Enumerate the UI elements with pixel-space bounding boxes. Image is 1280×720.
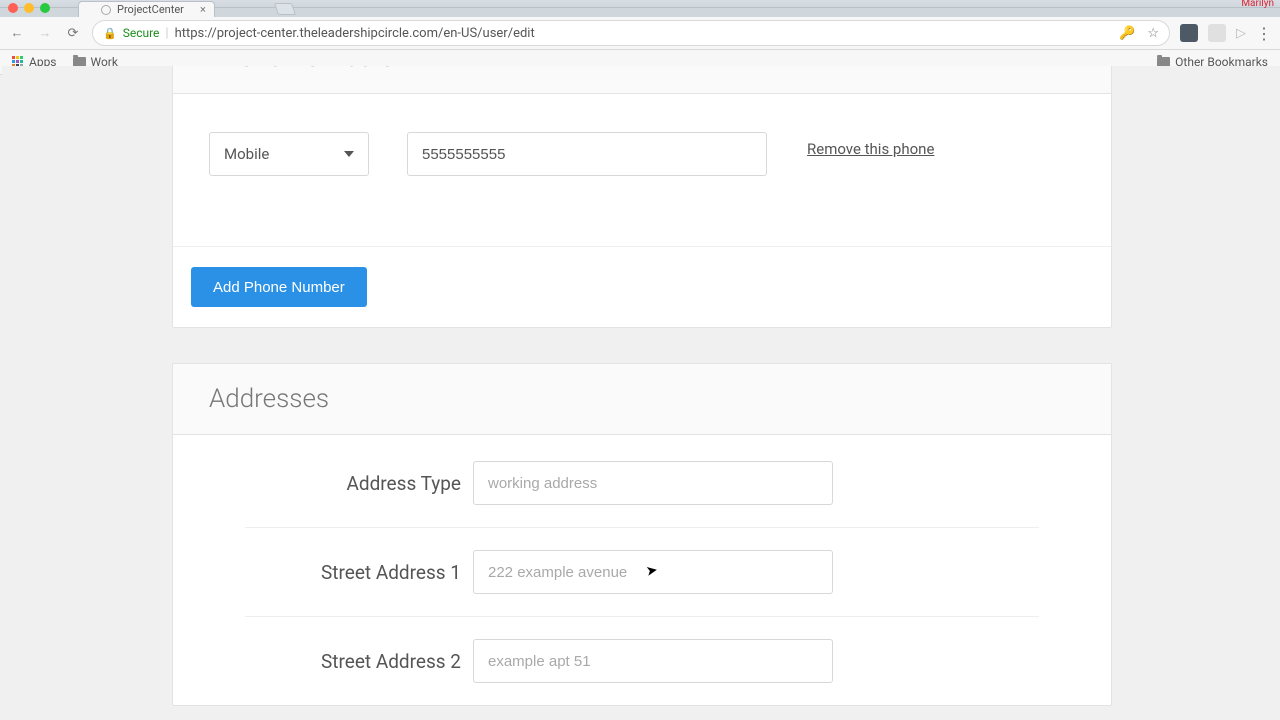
panel-body: Address Type Street Address 1 Street Add… bbox=[173, 435, 1111, 705]
street-1-row: Street Address 1 bbox=[245, 528, 1039, 617]
field-label: Street Address 2 bbox=[245, 650, 461, 673]
panel-header: Addresses bbox=[173, 364, 1111, 435]
add-phone-button[interactable]: Add Phone Number bbox=[191, 267, 367, 307]
phone-type-value: Mobile bbox=[224, 145, 269, 163]
window-controls[interactable] bbox=[8, 3, 50, 13]
phone-row: Mobile Remove this phone bbox=[209, 132, 1075, 176]
panel-header: Phone Numbers bbox=[173, 66, 1111, 94]
field-label: Street Address 1 bbox=[245, 561, 461, 584]
addresses-panel: Addresses Address Type Street Address 1 … bbox=[172, 363, 1112, 706]
page-viewport: Phone Numbers Mobile Remove this phone A… bbox=[2, 66, 1280, 720]
address-bar[interactable]: 🔒 Secure | https://project-center.thelea… bbox=[92, 20, 1170, 46]
toolbar: ← → ⟳ 🔒 Secure | https://project-center.… bbox=[0, 17, 1280, 50]
browser-tab[interactable]: ProjectCenter × bbox=[78, 1, 215, 17]
chrome-menu-icon[interactable]: ⋮ bbox=[1256, 24, 1272, 43]
street-address-1-input[interactable] bbox=[473, 550, 833, 594]
star-icon[interactable]: ☆ bbox=[1147, 26, 1159, 41]
lock-icon: 🔒 bbox=[103, 27, 117, 40]
phone-numbers-panel: Phone Numbers Mobile Remove this phone A… bbox=[172, 66, 1112, 328]
forward-button[interactable]: → bbox=[36, 25, 54, 41]
phone-type-select[interactable]: Mobile bbox=[209, 132, 369, 176]
close-window-icon[interactable] bbox=[8, 3, 18, 13]
section-title: Phone Numbers bbox=[209, 66, 1075, 73]
tab-title: ProjectCenter bbox=[117, 3, 184, 16]
address-type-input[interactable] bbox=[473, 461, 833, 505]
key-icon[interactable]: 🔑 bbox=[1119, 26, 1135, 41]
remove-phone-link[interactable]: Remove this phone bbox=[807, 140, 934, 158]
secure-label: Secure bbox=[123, 26, 160, 40]
phone-number-input[interactable] bbox=[407, 132, 767, 176]
extensions: ▷ ⋮ bbox=[1180, 24, 1272, 43]
reload-button[interactable]: ⟳ bbox=[64, 26, 82, 41]
tab-favicon bbox=[101, 5, 111, 15]
tab-close-icon[interactable]: × bbox=[200, 3, 206, 16]
separator: | bbox=[165, 26, 168, 41]
extension-icon[interactable] bbox=[1180, 24, 1198, 42]
panel-footer: Add Phone Number bbox=[173, 246, 1111, 327]
minimize-window-icon[interactable] bbox=[24, 3, 34, 13]
section-title: Addresses bbox=[209, 384, 1075, 414]
url-text: https://project-center.theleadershipcirc… bbox=[175, 26, 535, 41]
maximize-window-icon[interactable] bbox=[40, 3, 50, 13]
back-button[interactable]: ← bbox=[8, 25, 26, 41]
chevron-down-icon bbox=[344, 151, 354, 157]
street-2-row: Street Address 2 bbox=[245, 617, 1039, 705]
address-type-row: Address Type bbox=[245, 435, 1039, 528]
field-label: Address Type bbox=[245, 472, 461, 495]
street-address-2-input[interactable] bbox=[473, 639, 833, 683]
extension-icon[interactable]: ▷ bbox=[1236, 26, 1246, 41]
new-tab-button[interactable] bbox=[274, 3, 296, 15]
tab-strip: ProjectCenter × bbox=[0, 8, 1280, 17]
extension-icon[interactable] bbox=[1208, 24, 1226, 42]
panel-body: Mobile Remove this phone bbox=[173, 94, 1111, 246]
